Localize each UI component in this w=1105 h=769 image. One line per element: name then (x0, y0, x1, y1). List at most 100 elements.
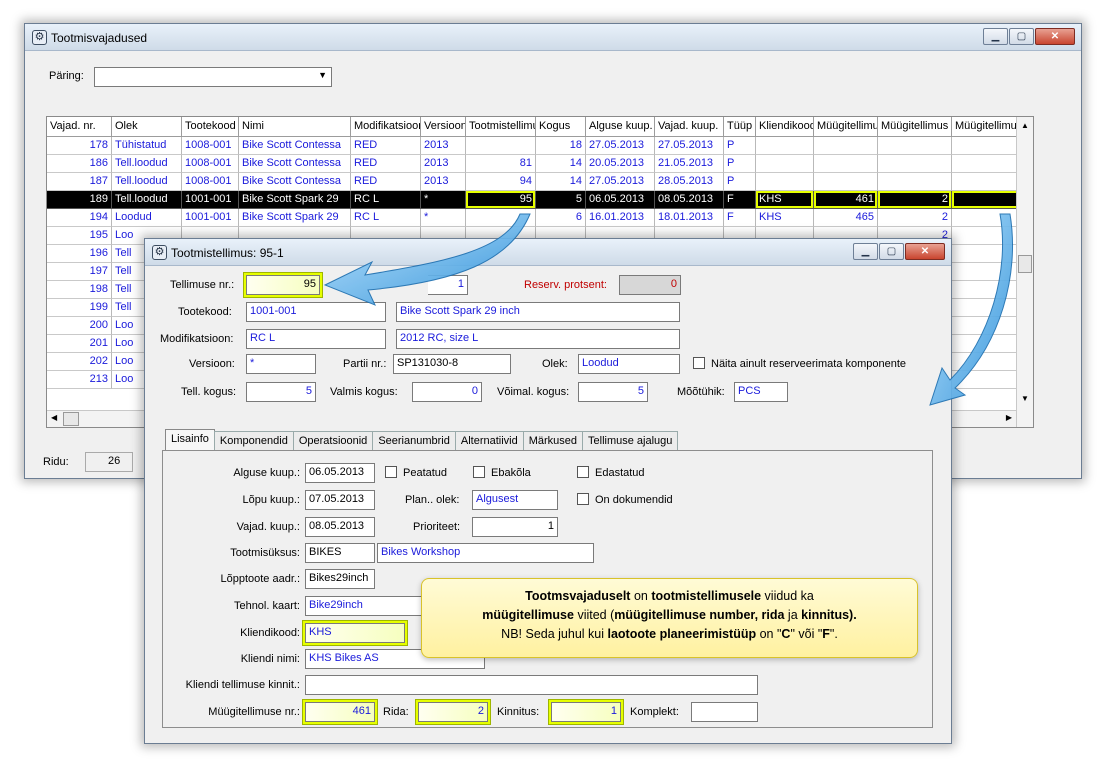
query-select[interactable]: ▼ (94, 67, 332, 87)
minimize-button[interactable]: ▁ (853, 243, 878, 260)
client-order-confirm-field[interactable] (305, 675, 758, 695)
column-header[interactable]: Kogus (536, 117, 586, 137)
gear-icon: ⚙ (32, 30, 47, 45)
table-cell: RC L (351, 191, 421, 209)
peatatud-checkbox[interactable] (385, 466, 397, 478)
table-row[interactable]: 187 Tell.loodud 1008-001 Bike Scott Contess… (47, 173, 1033, 191)
table-cell: 28.05.2013 (655, 173, 724, 191)
column-header[interactable]: Tootekood (182, 117, 239, 137)
row-field[interactable]: 2 (418, 702, 488, 722)
version-field[interactable]: * (246, 354, 316, 374)
table-row[interactable]: 194 Loodud 1001-001 Bike Scott Spark 29 RC L… (47, 209, 1033, 227)
main-window-title: Tootmisvajadused (51, 31, 148, 45)
edastatud-label: Edastatud (595, 467, 645, 479)
table-cell: 178 (47, 137, 112, 155)
production-unit-label: Tootmisüksus: (230, 547, 300, 559)
hscroll-thumb[interactable] (63, 412, 79, 426)
plan-status-field[interactable]: Algusest (472, 490, 558, 510)
info-callout: Tootmsvajaduselt on tootmistellimusele v… (421, 578, 918, 658)
table-row[interactable]: 178 Tühistatud 1008-001 Bike Scott Contessa… (47, 137, 1033, 155)
scroll-thumb[interactable] (1018, 255, 1032, 273)
start-date-field[interactable]: 06.05.2013 (305, 463, 375, 483)
scroll-right-icon[interactable]: ▶ (1006, 413, 1012, 422)
status-field[interactable]: Loodud (578, 354, 680, 374)
column-header[interactable]: Müügitellimus (814, 117, 878, 137)
table-cell: 08.05.2013 (655, 191, 724, 209)
tab-alternatiivid[interactable]: Alternatiivid (454, 431, 524, 451)
table-cell (756, 137, 814, 155)
close-button[interactable]: ✕ (1035, 28, 1075, 45)
column-header[interactable]: Vajad. nr. (47, 117, 112, 137)
sales-order-nr-field[interactable]: 461 (305, 702, 375, 722)
column-header[interactable]: Vajad. kuup. (655, 117, 724, 137)
tab-operatsioonid[interactable]: Operatsioonid (292, 431, 374, 451)
column-header[interactable]: Tüüp (724, 117, 756, 137)
tab-tellimuse-ajalugu[interactable]: Tellimuse ajalugu (582, 431, 679, 451)
ebakola-checkbox[interactable] (473, 466, 485, 478)
column-header[interactable]: Müügitellimus (878, 117, 952, 137)
column-header[interactable]: Kliendikood (756, 117, 814, 137)
table-cell: RED (351, 137, 421, 155)
product-code-field[interactable]: 1001-001 (246, 302, 386, 322)
client-code-field[interactable]: KHS (305, 623, 405, 643)
production-unit-name-field[interactable]: Bikes Workshop (377, 543, 594, 563)
sales-order-nr-label: Müügitellimuse nr.: (208, 706, 300, 718)
query-label: Päring: (49, 70, 84, 82)
column-header[interactable]: Alguse kuup. (586, 117, 655, 137)
column-header[interactable]: Nimi (239, 117, 351, 137)
modification-field[interactable]: RC L (246, 329, 386, 349)
maximize-button[interactable]: ▢ (879, 243, 904, 260)
scroll-down-icon[interactable]: ▼ (1021, 394, 1029, 403)
modification-label: Modifikatsioon: (160, 333, 234, 345)
modification-name-field[interactable]: 2012 RC, size L (396, 329, 680, 349)
tab-markused[interactable]: Märkused (522, 431, 584, 451)
edastatud-checkbox[interactable] (577, 466, 589, 478)
minimize-icon: ▁ (861, 246, 870, 257)
show-unreserved-checkbox[interactable] (693, 357, 705, 369)
on-dokumendid-checkbox[interactable] (577, 493, 589, 505)
tab-lisainfo[interactable]: Lisainfo (165, 429, 215, 451)
table-cell: 1008-001 (182, 173, 239, 191)
table-row[interactable]: 186 Tell.loodud 1008-001 Bike Scott Contess… (47, 155, 1033, 173)
column-header[interactable]: Versioon (421, 117, 466, 137)
grid-vscrollbar[interactable]: ▲ ▼ (1016, 117, 1033, 427)
finished-qty-field[interactable]: 0 (412, 382, 482, 402)
peatatud-label: Peatatud (403, 467, 448, 479)
table-cell: 20.05.2013 (586, 155, 655, 173)
table-cell: RED (351, 155, 421, 173)
unit-field[interactable]: PCS (734, 382, 788, 402)
order-nr-field[interactable]: 95 (246, 275, 320, 295)
confirmation-field[interactable]: 1 (551, 702, 621, 722)
possible-qty-field[interactable]: 5 (578, 382, 648, 402)
product-name-field[interactable]: Bike Scott Spark 29 inch (396, 302, 680, 322)
table-cell (756, 173, 814, 191)
order-titlebar[interactable]: ⚙ Tootmistellimus: 95-1 ▁ ▢ ✕ (145, 239, 951, 266)
final-product-address-field[interactable]: Bikes29inch (305, 569, 375, 589)
production-unit-field[interactable]: BIKES (305, 543, 375, 563)
maximize-button[interactable]: ▢ (1009, 28, 1034, 45)
tech-card-field[interactable]: Bike29inch (305, 596, 423, 616)
table-cell: 194 (47, 209, 112, 227)
order-nr-sub-field[interactable]: 1 (428, 275, 468, 295)
table-cell: 2013 (421, 173, 466, 191)
kit-field[interactable] (691, 702, 758, 722)
end-date-field[interactable]: 07.05.2013 (305, 490, 375, 510)
table-cell: 1001-001 (182, 209, 239, 227)
minimize-button[interactable]: ▁ (983, 28, 1008, 45)
column-header[interactable]: Tootmistellimus (466, 117, 536, 137)
tab-komponendid[interactable]: Komponendid (213, 431, 294, 451)
ordered-qty-field[interactable]: 5 (246, 382, 316, 402)
need-date-field[interactable]: 08.05.2013 (305, 517, 375, 537)
scroll-up-icon[interactable]: ▲ (1021, 121, 1029, 130)
main-titlebar[interactable]: ⚙ Tootmisvajadused ▁ ▢ ✕ (25, 24, 1081, 51)
column-header[interactable]: Olek (112, 117, 182, 137)
table-cell: Loodud (112, 209, 182, 227)
table-row[interactable]: 189 Tell.loodud 1001-001 Bike Scott Spark 2… (47, 191, 1033, 209)
close-button[interactable]: ✕ (905, 243, 945, 260)
unit-label: Mõõtühik: (677, 386, 725, 398)
scroll-left-icon[interactable]: ◀ (51, 413, 57, 422)
batch-field[interactable]: SP131030-8 (393, 354, 511, 374)
priority-field[interactable]: 1 (472, 517, 558, 537)
column-header[interactable]: Modifikatsioon (351, 117, 421, 137)
tab-seerianumbrid[interactable]: Seerianumbrid (372, 431, 456, 451)
